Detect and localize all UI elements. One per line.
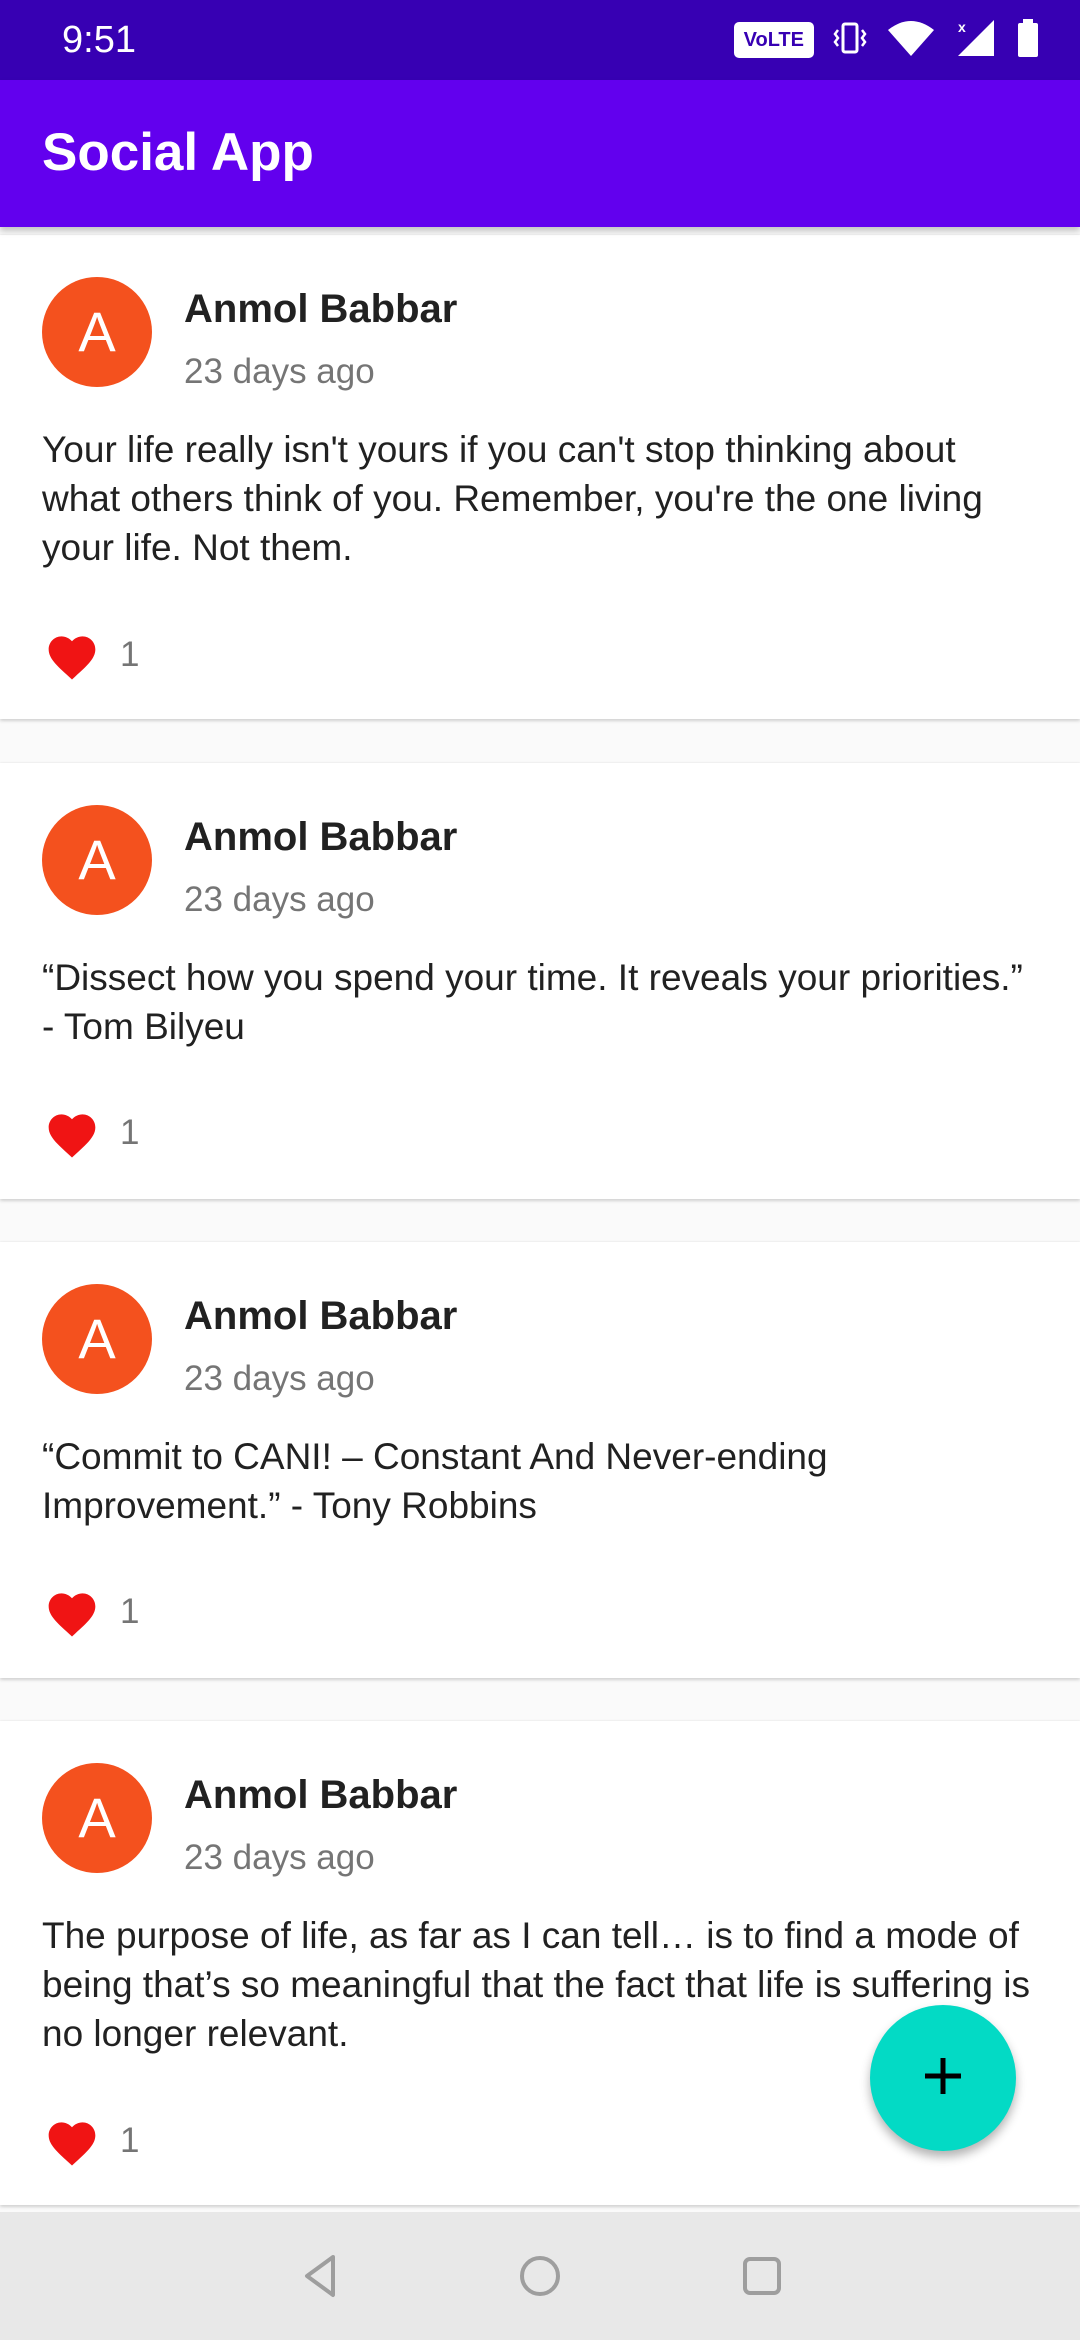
system-nav-bar	[0, 2212, 1080, 2340]
heart-icon[interactable]	[42, 1103, 102, 1163]
like-count: 1	[120, 1592, 140, 1631]
back-icon[interactable]	[290, 2246, 350, 2306]
post-card[interactable]: A Anmol Babbar 23 days ago Your life rea…	[0, 235, 1080, 719]
like-count: 1	[120, 1113, 140, 1152]
post-text: “Commit to CANI! – Constant And Never-en…	[42, 1436, 828, 1526]
wifi-icon	[886, 18, 936, 63]
post-timestamp: 23 days ago	[184, 1838, 375, 1877]
heart-icon[interactable]	[42, 2111, 102, 2171]
post-feed[interactable]: A Anmol Babbar 23 days ago Your life rea…	[0, 227, 1080, 2212]
post-card[interactable]: A Anmol Babbar 23 days ago “Commit to CA…	[0, 1242, 1080, 1678]
post-timestamp: 23 days ago	[184, 880, 375, 919]
like-count: 1	[120, 2121, 140, 2160]
plus-icon	[921, 2054, 965, 2103]
author-avatar[interactable]: A	[42, 277, 152, 387]
author-name[interactable]: Anmol Babbar	[184, 285, 457, 333]
author-avatar[interactable]: A	[42, 1763, 152, 1873]
like-row: 1	[42, 1103, 139, 1163]
like-row: 1	[42, 2111, 139, 2171]
cellular-signal-icon: x	[954, 18, 998, 63]
svg-text:x: x	[958, 19, 966, 35]
author-avatar[interactable]: A	[42, 1284, 152, 1394]
status-time: 9:51	[62, 19, 136, 61]
post-text: Your life really isn't yours if you can'…	[42, 429, 983, 568]
vibrate-icon	[832, 18, 868, 63]
home-icon[interactable]	[510, 2246, 570, 2306]
author-name[interactable]: Anmol Babbar	[184, 813, 457, 861]
status-bar: 9:51 VoLTE x	[0, 0, 1080, 80]
status-icons: VoLTE x	[733, 18, 1040, 63]
app-bar: Social App	[0, 80, 1080, 227]
recents-icon[interactable]	[732, 2246, 792, 2306]
heart-icon[interactable]	[42, 625, 102, 685]
like-row: 1	[42, 625, 139, 685]
like-count: 1	[120, 635, 140, 674]
like-row: 1	[42, 1582, 139, 1642]
battery-icon	[1016, 18, 1040, 63]
post-card[interactable]: A Anmol Babbar 23 days ago “Dissect how …	[0, 763, 1080, 1199]
add-post-button[interactable]	[870, 2005, 1016, 2151]
volte-badge: VoLTE	[733, 22, 814, 58]
author-name[interactable]: Anmol Babbar	[184, 1292, 457, 1340]
author-name[interactable]: Anmol Babbar	[184, 1771, 457, 1819]
post-timestamp: 23 days ago	[184, 1359, 375, 1398]
app-title: Social App	[42, 123, 314, 182]
author-avatar[interactable]: A	[42, 805, 152, 915]
post-text: “Dissect how you spend your time. It rev…	[42, 957, 1023, 1047]
post-timestamp: 23 days ago	[184, 352, 375, 391]
heart-icon[interactable]	[42, 1582, 102, 1642]
